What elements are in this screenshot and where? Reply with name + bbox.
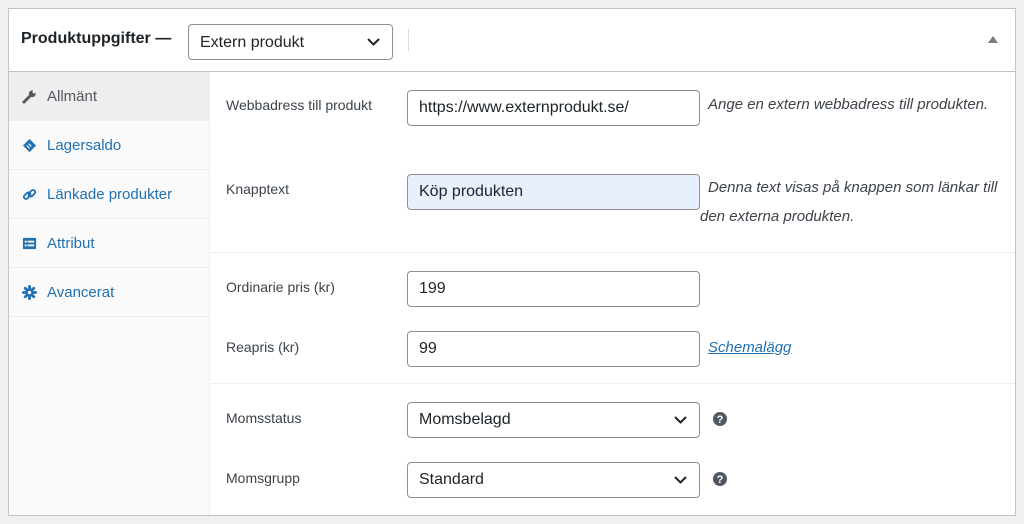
- help-icon[interactable]: ?: [713, 472, 727, 486]
- general-panel: Webbadress till produkt https://www.exte…: [210, 72, 1015, 515]
- product-type-value: Extern produkt: [200, 34, 305, 51]
- regular-price-label: Ordinarie pris (kr): [226, 279, 335, 295]
- tab-advanced-label: Avancerat: [47, 284, 115, 301]
- product-data-tabs: Allmänt Lagersaldo Länkade produkter Att…: [9, 72, 210, 515]
- help-icon[interactable]: ?: [713, 412, 727, 426]
- tab-inventory-label: Lagersaldo: [47, 137, 122, 154]
- tab-advanced[interactable]: Avancerat: [9, 268, 209, 317]
- pricing-group: Ordinarie pris (kr) 199 Reapris (kr) 99 …: [210, 253, 1015, 384]
- chevron-down-icon: [367, 38, 380, 46]
- tab-inventory[interactable]: Lagersaldo: [9, 121, 209, 170]
- sale-price-input[interactable]: 99: [407, 331, 700, 367]
- sale-price-label: Reapris (kr): [226, 339, 300, 355]
- wrench-icon: [22, 90, 36, 104]
- tax-class-select[interactable]: Standard: [407, 462, 700, 498]
- panel-header: Produktuppgifter — Extern produkt: [9, 9, 1015, 72]
- tab-general[interactable]: Allmänt: [9, 72, 209, 121]
- regular-price-value: 199: [419, 280, 446, 297]
- tax-class-value: Standard: [419, 471, 484, 488]
- tax-class-label: Momsgrupp: [226, 470, 300, 486]
- svg-text:?: ?: [717, 414, 724, 426]
- product-data-panel: Produktuppgifter — Extern produkt Allmän…: [8, 8, 1016, 516]
- tax-status-value: Momsbelagd: [419, 411, 511, 428]
- tag-icon: [22, 138, 37, 153]
- product-url-description: Ange en extern webbadress till produkten…: [708, 96, 989, 113]
- header-divider: [408, 29, 409, 51]
- product-url-label: Webbadress till produkt: [226, 97, 373, 113]
- tab-general-label: Allmänt: [47, 88, 98, 105]
- tab-attributes-label: Attribut: [47, 235, 95, 252]
- external-product-group: Webbadress till produkt https://www.exte…: [210, 72, 1015, 253]
- chevron-down-icon: [674, 416, 687, 424]
- regular-price-input[interactable]: 199: [407, 271, 700, 307]
- product-url-input[interactable]: https://www.externprodukt.se/: [407, 90, 700, 126]
- button-text-description: Denna text visas på knappen som länkar t…: [700, 179, 998, 225]
- button-text-value: Köp produkten: [419, 183, 524, 200]
- link-icon: [22, 189, 37, 200]
- tax-status-select[interactable]: Momsbelagd: [407, 402, 700, 438]
- button-text-input[interactable]: Köp produkten: [407, 174, 700, 210]
- svg-text:?: ?: [717, 474, 724, 486]
- product-type-select[interactable]: Extern produkt: [188, 24, 393, 60]
- tab-attributes[interactable]: Attribut: [9, 219, 209, 268]
- gear-icon: [22, 285, 37, 300]
- chevron-down-icon: [674, 476, 687, 484]
- tax-status-label: Momsstatus: [226, 410, 302, 426]
- panel-title: Produktuppgifter —: [21, 30, 172, 47]
- tax-group: Momsstatus Momsbelagd ? Momsgrupp Standa…: [210, 384, 1015, 514]
- sale-price-value: 99: [419, 340, 437, 357]
- list-icon: [22, 237, 37, 250]
- button-text-label: Knapptext: [226, 181, 290, 197]
- tab-linked-products[interactable]: Länkade produkter: [9, 170, 209, 219]
- schedule-sale-link[interactable]: Schemalägg: [708, 339, 791, 356]
- collapse-arrow-icon[interactable]: [988, 36, 998, 43]
- product-url-value: https://www.externprodukt.se/: [419, 99, 629, 116]
- tab-linked-products-label: Länkade produkter: [47, 186, 173, 203]
